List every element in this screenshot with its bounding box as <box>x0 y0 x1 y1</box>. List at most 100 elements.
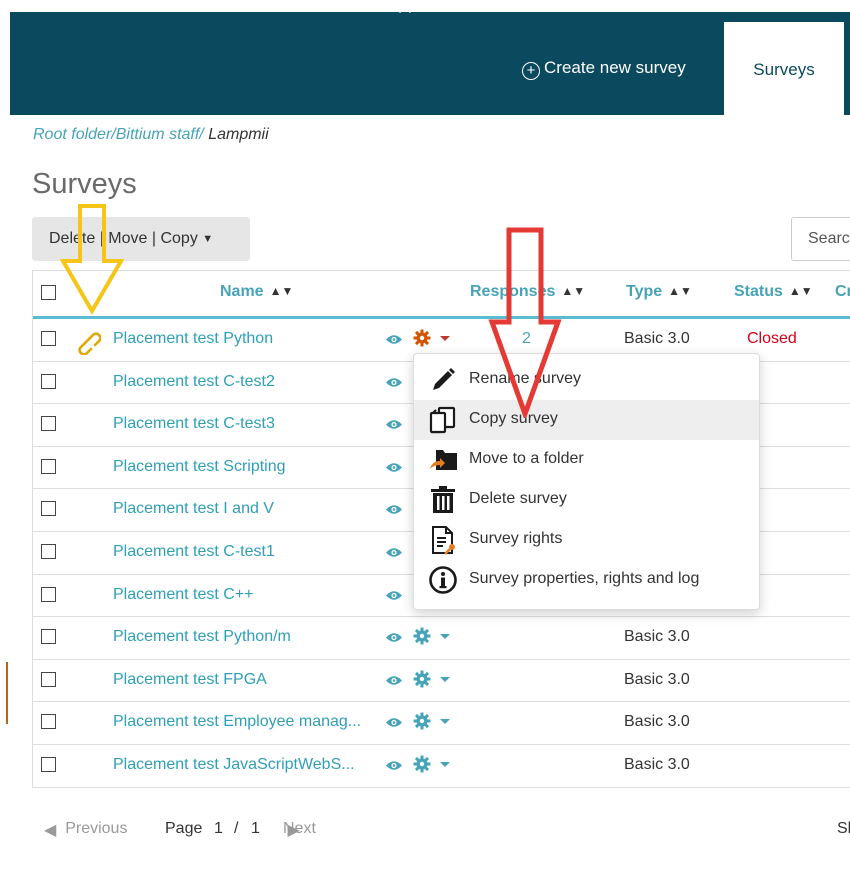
row-checkbox[interactable] <box>41 501 56 517</box>
row-checkbox[interactable] <box>41 586 56 602</box>
table-row: Placement test Python/m Basic 3.0 <box>33 617 850 660</box>
decorative-divider <box>6 662 8 724</box>
column-header-responses[interactable]: Responses ▲▼ <box>470 283 585 301</box>
caret-down-icon[interactable] <box>440 676 450 682</box>
row-checkbox[interactable] <box>41 373 56 389</box>
row-checkbox[interactable] <box>41 331 56 346</box>
survey-name-link[interactable]: Placement test C++ <box>113 586 254 604</box>
caret-down-icon[interactable] <box>440 761 450 767</box>
breadcrumb-root[interactable]: Root folder/ <box>33 126 116 143</box>
close-icon[interactable]: ✕ <box>392 0 418 18</box>
info-icon <box>429 566 457 594</box>
gear-icon[interactable] <box>413 755 431 773</box>
next-page-label: Next <box>283 820 316 837</box>
menu-item-delete-survey[interactable]: Delete survey <box>414 480 759 520</box>
column-header-status-label: Status <box>734 283 783 300</box>
previous-page-button[interactable]: ◀ Previous <box>44 820 127 840</box>
column-header-created[interactable]: Cr <box>835 283 850 301</box>
document-key-icon <box>432 526 455 555</box>
row-checkbox[interactable] <box>41 458 56 474</box>
eye-icon[interactable] <box>385 758 403 770</box>
survey-name-link[interactable]: Placement test Employee manag... <box>113 713 361 731</box>
column-header-name-label: Name <box>220 283 264 300</box>
menu-item-rename-survey[interactable]: Rename survey <box>414 360 759 400</box>
survey-type: Basic 3.0 <box>624 330 690 347</box>
column-header-name[interactable]: Name ▲▼ <box>220 283 293 301</box>
select-all-checkbox[interactable] <box>41 285 56 300</box>
menu-item-survey-properties[interactable]: Survey properties, rights and log <box>414 560 759 600</box>
page-total: 1 <box>251 820 260 837</box>
menu-item-survey-rights[interactable]: Survey rights <box>414 520 759 560</box>
search-input[interactable]: Searc <box>791 217 850 261</box>
caret-down-icon[interactable] <box>440 719 450 725</box>
sort-icon: ▲▼ <box>788 284 813 298</box>
survey-name-link[interactable]: Placement test C-test1 <box>113 543 275 561</box>
menu-item-label: Copy survey <box>469 410 558 427</box>
eye-icon[interactable] <box>385 502 403 515</box>
menu-item-label: Delete survey <box>469 490 567 507</box>
folder-move-icon <box>430 450 457 470</box>
eye-icon[interactable] <box>385 588 403 600</box>
plus-circle-icon: + <box>522 62 540 80</box>
survey-name-link[interactable]: Placement test FPGA <box>113 671 267 689</box>
row-checkbox[interactable] <box>41 416 56 432</box>
tab-surveys[interactable]: Surveys <box>724 22 844 115</box>
menu-item-label: Rename survey <box>469 370 582 387</box>
row-checkbox[interactable] <box>41 543 56 559</box>
menu-item-label: Survey rights <box>469 530 563 547</box>
menu-item-copy-survey[interactable]: Copy survey <box>414 400 759 440</box>
column-header-type[interactable]: Type ▲▼ <box>626 283 692 301</box>
page-label: Page <box>165 820 203 837</box>
next-page-button[interactable]: Next ▶ <box>283 820 316 840</box>
previous-page-label: Previous <box>65 820 128 837</box>
link-icon <box>73 327 102 356</box>
copy-icon <box>429 406 456 434</box>
gear-icon[interactable] <box>413 670 431 688</box>
menu-item-move-to-folder[interactable]: Move to a folder <box>414 440 759 480</box>
gear-icon[interactable] <box>413 712 431 730</box>
responses-count[interactable]: 2 <box>522 330 531 348</box>
bulk-actions-button[interactable]: Delete | Move | Copy ▼ <box>32 217 250 261</box>
status-badge: Closed <box>747 330 797 347</box>
eye-icon[interactable] <box>385 715 403 728</box>
breadcrumb-bittium-staff[interactable]: Bittium staff/ <box>116 126 204 143</box>
menu-item-label: Survey properties, rights and log <box>469 570 700 587</box>
eye-icon[interactable] <box>385 375 403 387</box>
survey-type: Basic 3.0 <box>624 670 690 688</box>
gear-icon[interactable] <box>413 627 431 645</box>
eye-icon[interactable] <box>385 332 403 344</box>
eye-icon[interactable] <box>385 630 403 642</box>
row-checkbox[interactable] <box>41 756 56 772</box>
trash-icon <box>431 486 455 513</box>
survey-name-link[interactable]: Placement test Python/m <box>113 628 291 646</box>
caret-down-icon[interactable] <box>440 336 450 341</box>
survey-name-link[interactable]: Placement test I and V <box>113 500 274 518</box>
eye-icon[interactable] <box>385 460 403 472</box>
survey-name-link[interactable]: Placement test Python <box>113 330 273 348</box>
page-current-input[interactable]: 1 <box>214 820 223 838</box>
column-header-type-label: Type <box>626 283 663 300</box>
row-checkbox[interactable] <box>41 714 56 730</box>
gear-icon[interactable] <box>413 329 431 347</box>
survey-name-link[interactable]: Placement test C-test2 <box>113 373 275 391</box>
eye-icon[interactable] <box>385 673 403 685</box>
caret-down-icon: ▼ <box>202 233 214 245</box>
survey-actions-dropdown: Rename survey Copy survey Move to a fold… <box>413 353 760 610</box>
menu-item-label: Move to a folder <box>469 450 584 467</box>
table-header: Name ▲▼ Responses ▲▼ Type ▲▼ Status ▲▼ Cr <box>33 271 850 319</box>
column-header-responses-label: Responses <box>470 283 556 300</box>
pencil-icon <box>433 368 455 390</box>
row-checkbox[interactable] <box>41 629 56 645</box>
eye-icon[interactable] <box>385 417 403 429</box>
survey-name-link[interactable]: Placement test C-test3 <box>113 415 275 433</box>
page-title: Surveys <box>32 168 137 200</box>
create-new-survey-link[interactable]: + Create new survey <box>522 58 686 80</box>
table-row: Placement test JavaScriptWebS... Basic 3.… <box>33 745 850 788</box>
survey-name-link[interactable]: Placement test JavaScriptWebS... <box>113 756 355 774</box>
eye-icon[interactable] <box>385 545 403 557</box>
column-header-status[interactable]: Status ▲▼ <box>734 283 813 301</box>
caret-down-icon[interactable] <box>440 634 450 640</box>
table-row: Placement test FPGA Basic 3.0 <box>33 660 850 703</box>
survey-name-link[interactable]: Placement test Scripting <box>113 458 286 476</box>
row-checkbox[interactable] <box>41 671 56 687</box>
